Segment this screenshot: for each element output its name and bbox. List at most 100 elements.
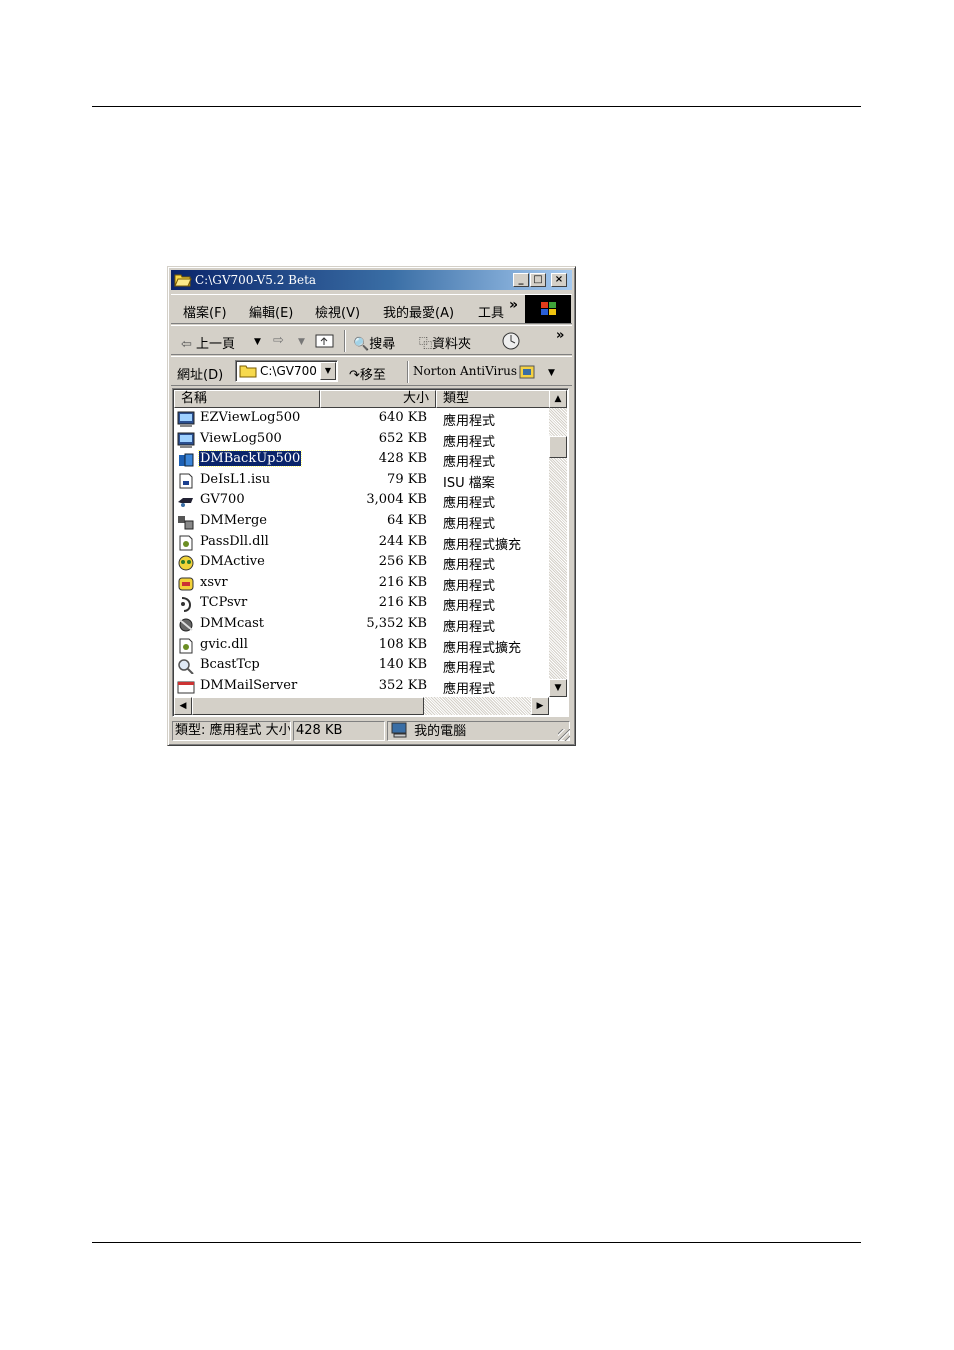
menu-bar: 檔案(F) 編輯(E) 檢視(V) 我的最愛(A) 工具 » [171,294,572,324]
file-type: 應用程式 [443,599,496,615]
menu-file[interactable]: 檔案(F) [183,302,227,321]
file-type: 應用程式 [443,681,496,697]
file-name[interactable]: TCPsvr [199,595,248,610]
vertical-scrollbar[interactable]: ▲ ▼ [549,390,567,697]
file-row[interactable]: TCPsvr 216 KB 應用程式 [174,594,549,614]
forward-arrow-icon[interactable]: ⇨ [273,333,284,348]
tcp-icon [181,597,192,613]
file-name[interactable]: ViewLog500 [199,431,283,446]
column-header-type[interactable]: 類型 [436,390,550,408]
file-name[interactable]: gvic.dll [199,637,249,652]
file-row[interactable]: xsvr 216 KB 應用程式 [174,574,549,594]
file-name[interactable]: DMMcast [199,616,265,631]
file-name[interactable]: DeIsL1.isu [199,472,271,487]
search-button[interactable]: 🔍搜尋 [353,333,395,352]
column-header-name[interactable]: 名稱 [174,390,320,408]
file-name[interactable]: DMMerge [199,513,268,528]
menu-edit[interactable]: 編輯(E) [249,302,293,321]
vertical-scroll-thumb[interactable] [549,436,567,458]
file-name[interactable]: DMActive [199,554,266,569]
title-bar[interactable]: C:\GV700-V5.2 Beta _ □ × [171,270,572,290]
folders-icon: ⿻ [419,337,433,352]
norton-dropdown-icon[interactable]: ▼ [548,368,555,378]
resize-grip[interactable] [558,729,570,741]
file-size: 428 KB [378,451,427,467]
address-label: 網址(D) [177,368,224,383]
back-button[interactable]: ⇦ 上一頁 [181,333,235,352]
file-name[interactable]: DMMailServer [199,678,298,693]
folders-label: 資料夾 [432,337,472,352]
status-size: 428 KB [293,721,385,741]
file-row[interactable]: DMMcast 5,352 KB 應用程式 [174,615,549,635]
file-row[interactable]: DMBackUp500 428 KB 應用程式 [174,450,549,470]
file-size: 5,352 KB [366,616,427,631]
maximize-button[interactable]: □ [530,273,546,287]
address-input[interactable]: C:\GV700 ▼ [235,360,338,382]
file-size: 64 KB [387,513,427,528]
folder-icon [239,365,257,378]
minimize-button[interactable]: _ [513,273,529,287]
file-row[interactable]: EZViewLog500 640 KB 應用程式 [174,409,549,429]
toolbar-overflow-chevron[interactable]: » [556,328,564,343]
file-row[interactable]: DMMerge 64 KB 應用程式 [174,512,549,532]
status-bar: 類型: 應用程式 大小 428 KB 我的電腦 [171,719,572,743]
go-button[interactable]: ↷移至 [349,364,386,383]
norton-antivirus-button[interactable]: Norton AntiVirus [413,364,517,378]
status-size-text: 428 KB [296,723,343,738]
forward-dropdown-icon[interactable]: ▼ [298,337,305,347]
history-icon[interactable] [501,331,521,355]
file-row[interactable]: PassDll.dll 244 KB 應用程式擴充 [174,533,549,553]
file-row[interactable]: BcastTcp 140 KB 應用程式 [174,656,549,676]
file-name[interactable]: PassDll.dll [199,534,270,549]
server-icon [178,577,194,591]
menu-favorites[interactable]: 我的最愛(A) [383,302,454,321]
file-list: 名稱 大小 類型 EZViewLog500 640 KB 應用程式 ViewLog50… [172,388,569,717]
windows-logo-icon [525,295,571,323]
file-row[interactable]: DeIsL1.isu 79 KB ISU 檔案 [174,471,549,491]
scroll-up-button[interactable]: ▲ [549,390,567,408]
file-row[interactable]: DMMailServer 352 KB 應用程式 [174,677,549,697]
file-size: 652 KB [378,430,427,446]
address-dropdown-button[interactable]: ▼ [320,362,336,380]
address-value: C:\GV700 [260,364,317,378]
explorer-window: C:\GV700-V5.2 Beta _ □ × 檔案(F) 編輯(E) 檢視(… [167,266,576,746]
back-label: 上一頁 [196,337,236,352]
status-type: 類型: 應用程式 大小 [172,721,291,741]
file-name[interactable]: BcastTcp [199,657,261,672]
file-size: 3,004 KB [366,492,427,508]
file-type: ISU 檔案 [443,475,495,491]
scroll-right-button[interactable]: ▶ [531,697,549,715]
file-name[interactable]: DMBackUp500 [197,450,303,468]
scroll-down-button[interactable]: ▼ [549,679,567,697]
scroll-left-button[interactable]: ◀ [174,697,192,715]
mail-icon [177,681,195,694]
up-folder-icon[interactable] [315,331,335,353]
file-row[interactable]: gvic.dll 108 KB 應用程式擴充 [174,636,549,656]
file-name[interactable]: EZViewLog500 [199,410,301,425]
norton-icon[interactable] [518,362,538,386]
file-type: 應用程式 [443,496,496,512]
file-type: 應用程式擴充 [443,537,522,553]
menu-view[interactable]: 檢視(V) [315,302,360,321]
file-size: 216 KB [378,574,427,590]
file-type: 應用程式 [443,455,496,471]
search-label: 搜尋 [369,337,396,352]
folders-button[interactable]: ⿻資料夾 [419,333,471,352]
file-name[interactable]: xsvr [199,575,229,590]
horizontal-scrollbar[interactable]: ◀ ▶ [174,697,549,715]
back-dropdown-icon[interactable]: ▼ [254,337,261,347]
my-computer-icon [390,722,414,739]
horizontal-scroll-thumb[interactable] [192,697,424,715]
file-row[interactable]: DMActive 256 KB 應用程式 [174,553,549,573]
maximize-icon: □ [533,274,543,285]
file-row[interactable]: ViewLog500 652 KB 應用程式 [174,430,549,450]
close-button[interactable]: × [551,273,567,287]
address-separator [407,361,409,383]
menu-overflow-chevron[interactable]: » [509,297,518,313]
menu-tools[interactable]: 工具 [478,302,506,321]
column-header-size[interactable]: 大小 [320,390,436,408]
toolbar-separator [344,330,346,352]
file-row[interactable]: GV700 3,004 KB 應用程式 [174,491,549,511]
file-name[interactable]: GV700 [199,492,246,507]
back-arrow-icon: ⇦ [181,337,192,352]
